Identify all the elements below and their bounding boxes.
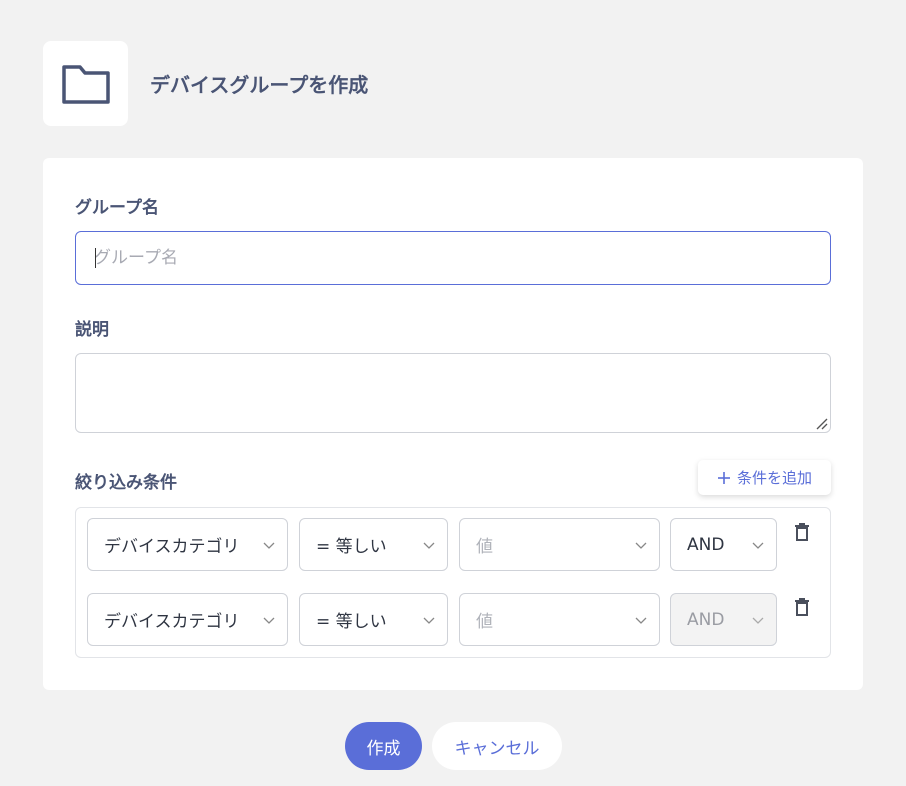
value-select[interactable]: 値: [459, 518, 660, 571]
field-select[interactable]: デバイスカテゴリ: [87, 518, 288, 571]
add-condition-label: 条件を追加: [736, 469, 812, 487]
description-label: 説明: [75, 320, 109, 340]
group-name-input[interactable]: [75, 231, 831, 285]
operator-select[interactable]: = 等しい: [299, 593, 448, 646]
value-select-placeholder: 値: [476, 537, 493, 557]
resize-handle-icon[interactable]: [813, 415, 829, 431]
operator-select-value: = 等しい: [316, 537, 387, 557]
logic-select-disabled: AND: [670, 593, 777, 646]
page-header: デバイスグループを作成: [43, 41, 368, 126]
logic-select[interactable]: AND: [670, 518, 777, 571]
chevron-down-icon: [263, 617, 275, 624]
value-select-placeholder: 値: [476, 612, 493, 632]
page-title: デバイスグループを作成: [150, 73, 369, 97]
logic-select-value: AND: [687, 609, 725, 630]
text-caret: [95, 248, 96, 268]
form-card: グループ名 説明 絞り込み条件 条件を追加 デバイスカテゴリ = 等しい 値: [43, 158, 863, 690]
trash-icon[interactable]: [793, 597, 811, 617]
chevron-down-icon: [635, 542, 647, 549]
field-select-value: デバイスカテゴリ: [104, 612, 240, 632]
conditions-list: デバイスカテゴリ = 等しい 値 AND デバイスカテゴリ = 等しい 値 AN…: [75, 507, 831, 658]
chevron-down-icon: [752, 542, 764, 549]
plus-icon: [717, 471, 730, 484]
folder-icon: [43, 41, 128, 126]
operator-select-value: = 等しい: [316, 612, 387, 632]
add-condition-button[interactable]: 条件を追加: [698, 460, 831, 495]
value-select[interactable]: 値: [459, 593, 660, 646]
condition-row: デバイスカテゴリ = 等しい 値 AND: [87, 518, 827, 571]
condition-row: デバイスカテゴリ = 等しい 値 AND: [87, 593, 827, 646]
create-button[interactable]: 作成: [345, 722, 422, 770]
logic-select-value: AND: [687, 534, 725, 555]
trash-icon[interactable]: [793, 522, 811, 542]
chevron-down-icon: [263, 542, 275, 549]
cancel-button[interactable]: キャンセル: [432, 722, 562, 770]
chevron-down-icon: [752, 617, 764, 624]
chevron-down-icon: [423, 542, 435, 549]
description-input[interactable]: [75, 353, 831, 433]
field-select-value: デバイスカテゴリ: [104, 537, 240, 557]
field-select[interactable]: デバイスカテゴリ: [87, 593, 288, 646]
chevron-down-icon: [423, 617, 435, 624]
filter-conditions-label: 絞り込み条件: [75, 473, 177, 493]
group-name-label: グループ名: [75, 198, 159, 218]
operator-select[interactable]: = 等しい: [299, 518, 448, 571]
chevron-down-icon: [635, 617, 647, 624]
